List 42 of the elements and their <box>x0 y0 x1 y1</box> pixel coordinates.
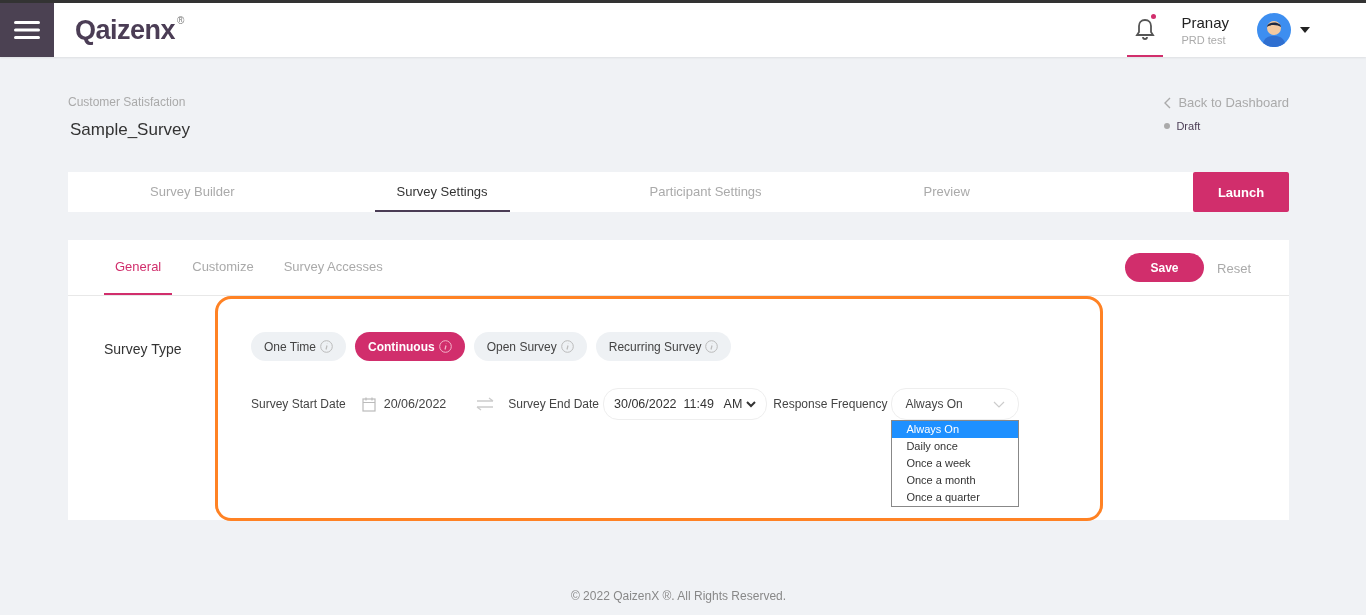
dropdown-option[interactable]: Daily once <box>892 438 1019 455</box>
dropdown-option[interactable]: Once a week <box>892 455 1019 472</box>
survey-type-label: Survey Type <box>104 341 183 359</box>
dropdown-option[interactable]: Once a month <box>892 472 1019 489</box>
save-button[interactable]: Save <box>1125 253 1205 282</box>
start-date-field[interactable]: 20/06/2022 <box>361 396 447 412</box>
user-role: PRD test <box>1181 34 1227 46</box>
copyright-text: © 2022 QaizenX ®. All Rights Reserved. <box>569 589 788 605</box>
start-date-label: Survey Start Date <box>251 397 346 411</box>
chevron-down-icon <box>993 400 1006 408</box>
menu-icon <box>14 21 40 39</box>
end-date-field[interactable]: 30/06/2022 11:49 AM <box>603 388 768 420</box>
calendar-icon <box>361 396 376 412</box>
info-icon <box>560 340 574 353</box>
sub-tab[interactable]: General <box>104 240 173 295</box>
tab[interactable]: Survey Settings <box>374 172 510 212</box>
chevron-down-icon <box>746 400 757 408</box>
dropdown-option[interactable]: Once a quarter <box>892 489 1019 506</box>
menu-button[interactable] <box>0 3 54 57</box>
dropdown-option[interactable]: Always On <box>892 421 1019 438</box>
launch-button[interactable]: Launch <box>1193 172 1289 212</box>
survey-type-option[interactable]: Continuous <box>355 332 465 361</box>
survey-type-option[interactable]: One Time <box>251 332 347 361</box>
survey-title: Sample_Survey <box>70 120 190 140</box>
status-label: Draft <box>1176 120 1201 132</box>
survey-type-option[interactable]: Open Survey <box>473 332 587 361</box>
swap-icon <box>476 397 495 411</box>
chevron-left-icon <box>1164 96 1172 109</box>
logo: Qaizenx <box>75 14 176 46</box>
survey-type-option[interactable]: Recurring Survey <box>595 332 732 361</box>
bell-icon <box>1134 17 1157 41</box>
info-icon <box>320 340 334 353</box>
breadcrumb: Customer Satisfaction <box>68 95 187 109</box>
user-name: Pranay <box>1181 14 1229 31</box>
end-date-label: Survey End Date <box>508 397 599 411</box>
caret-icon[interactable] <box>1300 27 1310 33</box>
avatar-icon <box>1257 13 1291 47</box>
response-frequency-label: Response Frequency <box>773 397 888 411</box>
registered-mark: ® <box>177 14 185 26</box>
status-dot <box>1164 123 1171 129</box>
info-icon <box>438 340 452 353</box>
info-icon <box>705 340 719 353</box>
